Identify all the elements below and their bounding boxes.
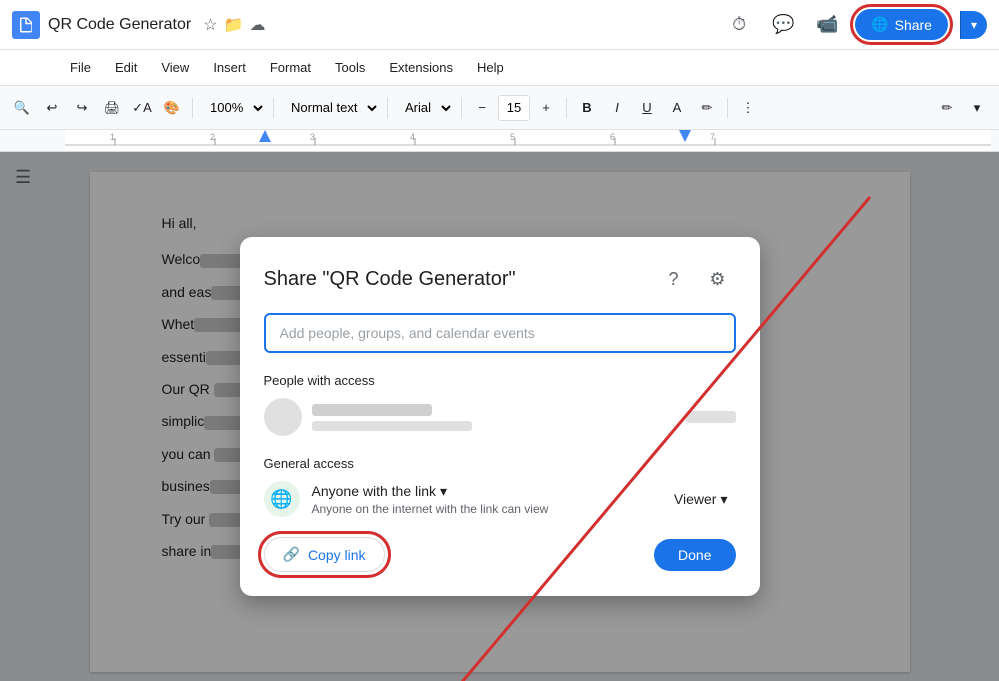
divider4: [461, 98, 462, 118]
menu-file[interactable]: File: [60, 56, 101, 79]
style-select[interactable]: Normal text: [280, 94, 381, 122]
share-dialog-overlay: Share "QR Code Generator" ? ⚙ People wit…: [0, 152, 999, 681]
font-size-plus[interactable]: +: [532, 93, 560, 123]
share-dropdown-button[interactable]: ▾: [960, 11, 987, 39]
add-people-input[interactable]: [264, 313, 736, 353]
general-access-label: General access: [264, 456, 736, 471]
divider1: [192, 98, 193, 118]
person-email-blur: [312, 421, 472, 431]
top-bar: QR Code Generator ☆ 📁 ☁ ⏱ 💬 📹 🌐 Share ▾: [0, 0, 999, 50]
undo-btn[interactable]: ↩: [38, 93, 66, 123]
main-content: ☰ Hi all, Welco erful and eas Whet essen…: [0, 152, 999, 681]
paint-format-btn[interactable]: 🎨: [158, 93, 186, 123]
done-button[interactable]: Done: [654, 539, 735, 571]
font-size-input[interactable]: [498, 95, 530, 121]
top-bar-right: ⏱ 💬 📹 🌐 Share ▾: [723, 9, 987, 41]
share-dialog: Share "QR Code Generator" ? ⚙ People wit…: [240, 237, 760, 596]
person-role-blur: [686, 411, 736, 423]
svg-text:1: 1: [110, 132, 115, 142]
chat-icon[interactable]: 💬: [767, 9, 799, 41]
dialog-header: Share "QR Code Generator" ? ⚙: [264, 261, 736, 297]
redo-btn[interactable]: ↪: [68, 93, 96, 123]
menu-bar: File Edit View Insert Format Tools Exten…: [0, 50, 999, 86]
full-page: QR Code Generator ☆ 📁 ☁ ⏱ 💬 📹 🌐 Share ▾ …: [0, 0, 999, 681]
font-select[interactable]: Arial: [394, 94, 455, 122]
general-access-section: General access 🌐 Anyone with the link ▾ …: [264, 456, 736, 517]
document-title: QR Code Generator: [48, 16, 191, 34]
underline-btn[interactable]: U: [633, 93, 661, 123]
globe-icon-small: 🌐: [871, 16, 888, 33]
ruler-marks: 1 2 3 4 5 6 7: [65, 130, 991, 152]
toolbar: 🔍 ↩ ↪ 🖨 ✓A 🎨 100% Normal text Arial − + …: [0, 86, 999, 130]
zoom-select[interactable]: 100%: [199, 94, 267, 122]
folder-icon[interactable]: 📁: [224, 15, 244, 35]
text-color-btn[interactable]: A: [663, 93, 691, 123]
copy-link-button[interactable]: 🔗 Copy link: [264, 537, 385, 572]
copy-link-label: Copy link: [308, 547, 366, 563]
svg-text:2: 2: [210, 132, 215, 142]
role-select[interactable]: Viewer ▾: [666, 485, 736, 514]
svg-text:7: 7: [710, 132, 715, 142]
share-label: Share: [895, 17, 932, 33]
italic-btn[interactable]: I: [603, 93, 631, 123]
menu-help[interactable]: Help: [467, 56, 514, 79]
edit-mode-btn[interactable]: ✏: [933, 93, 961, 123]
right-margin-marker: [679, 130, 691, 142]
menu-format[interactable]: Format: [260, 56, 321, 79]
svg-text:5: 5: [510, 132, 515, 142]
highlight-btn[interactable]: ✏: [693, 93, 721, 123]
access-type[interactable]: Anyone with the link ▾: [312, 483, 654, 500]
bold-btn[interactable]: B: [573, 93, 601, 123]
menu-insert[interactable]: Insert: [203, 56, 256, 79]
access-dropdown-icon: ▾: [440, 483, 447, 500]
video-icon[interactable]: 📹: [811, 9, 843, 41]
person-info: [312, 404, 676, 431]
menu-tools[interactable]: Tools: [325, 56, 375, 79]
access-type-label: Anyone with the link: [312, 483, 437, 499]
share-button[interactable]: 🌐 Share: [855, 9, 948, 40]
dialog-footer: 🔗 Copy link Done: [264, 537, 736, 572]
indent-marker: [259, 130, 271, 142]
divider2: [273, 98, 274, 118]
svg-text:3: 3: [310, 132, 315, 142]
ruler: 1 2 3 4 5 6 7: [0, 130, 999, 152]
menu-edit[interactable]: Edit: [105, 56, 147, 79]
history-icon[interactable]: ⏱: [723, 9, 755, 41]
person-name-blur: [312, 404, 432, 416]
edit-dropdown-btn[interactable]: ▾: [963, 93, 991, 123]
font-size-minus[interactable]: −: [468, 93, 496, 123]
settings-button[interactable]: ⚙: [700, 261, 736, 297]
divider3: [387, 98, 388, 118]
divider5: [566, 98, 567, 118]
spellcheck-btn[interactable]: ✓A: [128, 93, 156, 123]
access-row: 🌐 Anyone with the link ▾ Anyone on the i…: [264, 481, 736, 517]
menu-view[interactable]: View: [151, 56, 199, 79]
dialog-title: Share "QR Code Generator": [264, 268, 516, 291]
menu-extensions[interactable]: Extensions: [379, 56, 463, 79]
print-btn[interactable]: 🖨: [98, 93, 126, 123]
people-list: [264, 398, 736, 436]
svg-text:6: 6: [610, 132, 615, 142]
access-description: Anyone on the internet with the link can…: [312, 502, 654, 516]
search-btn[interactable]: 🔍: [8, 93, 36, 123]
role-label: Viewer: [674, 491, 717, 507]
person-avatar: [264, 398, 302, 436]
ruler-inner: 1 2 3 4 5 6 7: [65, 130, 991, 151]
public-globe-icon: 🌐: [264, 481, 300, 517]
role-dropdown-icon: ▾: [720, 491, 727, 508]
more-btn[interactable]: ⋮: [734, 93, 762, 123]
cloud-icon[interactable]: ☁: [249, 15, 265, 35]
people-section-label: People with access: [264, 373, 736, 388]
help-button[interactable]: ?: [656, 261, 692, 297]
link-icon: 🔗: [283, 546, 300, 563]
dialog-header-icons: ? ⚙: [656, 261, 736, 297]
divider6: [727, 98, 728, 118]
access-info: Anyone with the link ▾ Anyone on the int…: [312, 483, 654, 516]
title-icons: ☆ 📁 ☁: [203, 15, 265, 35]
svg-text:4: 4: [410, 132, 415, 142]
app-icon: [12, 11, 40, 39]
star-icon[interactable]: ☆: [203, 15, 217, 35]
